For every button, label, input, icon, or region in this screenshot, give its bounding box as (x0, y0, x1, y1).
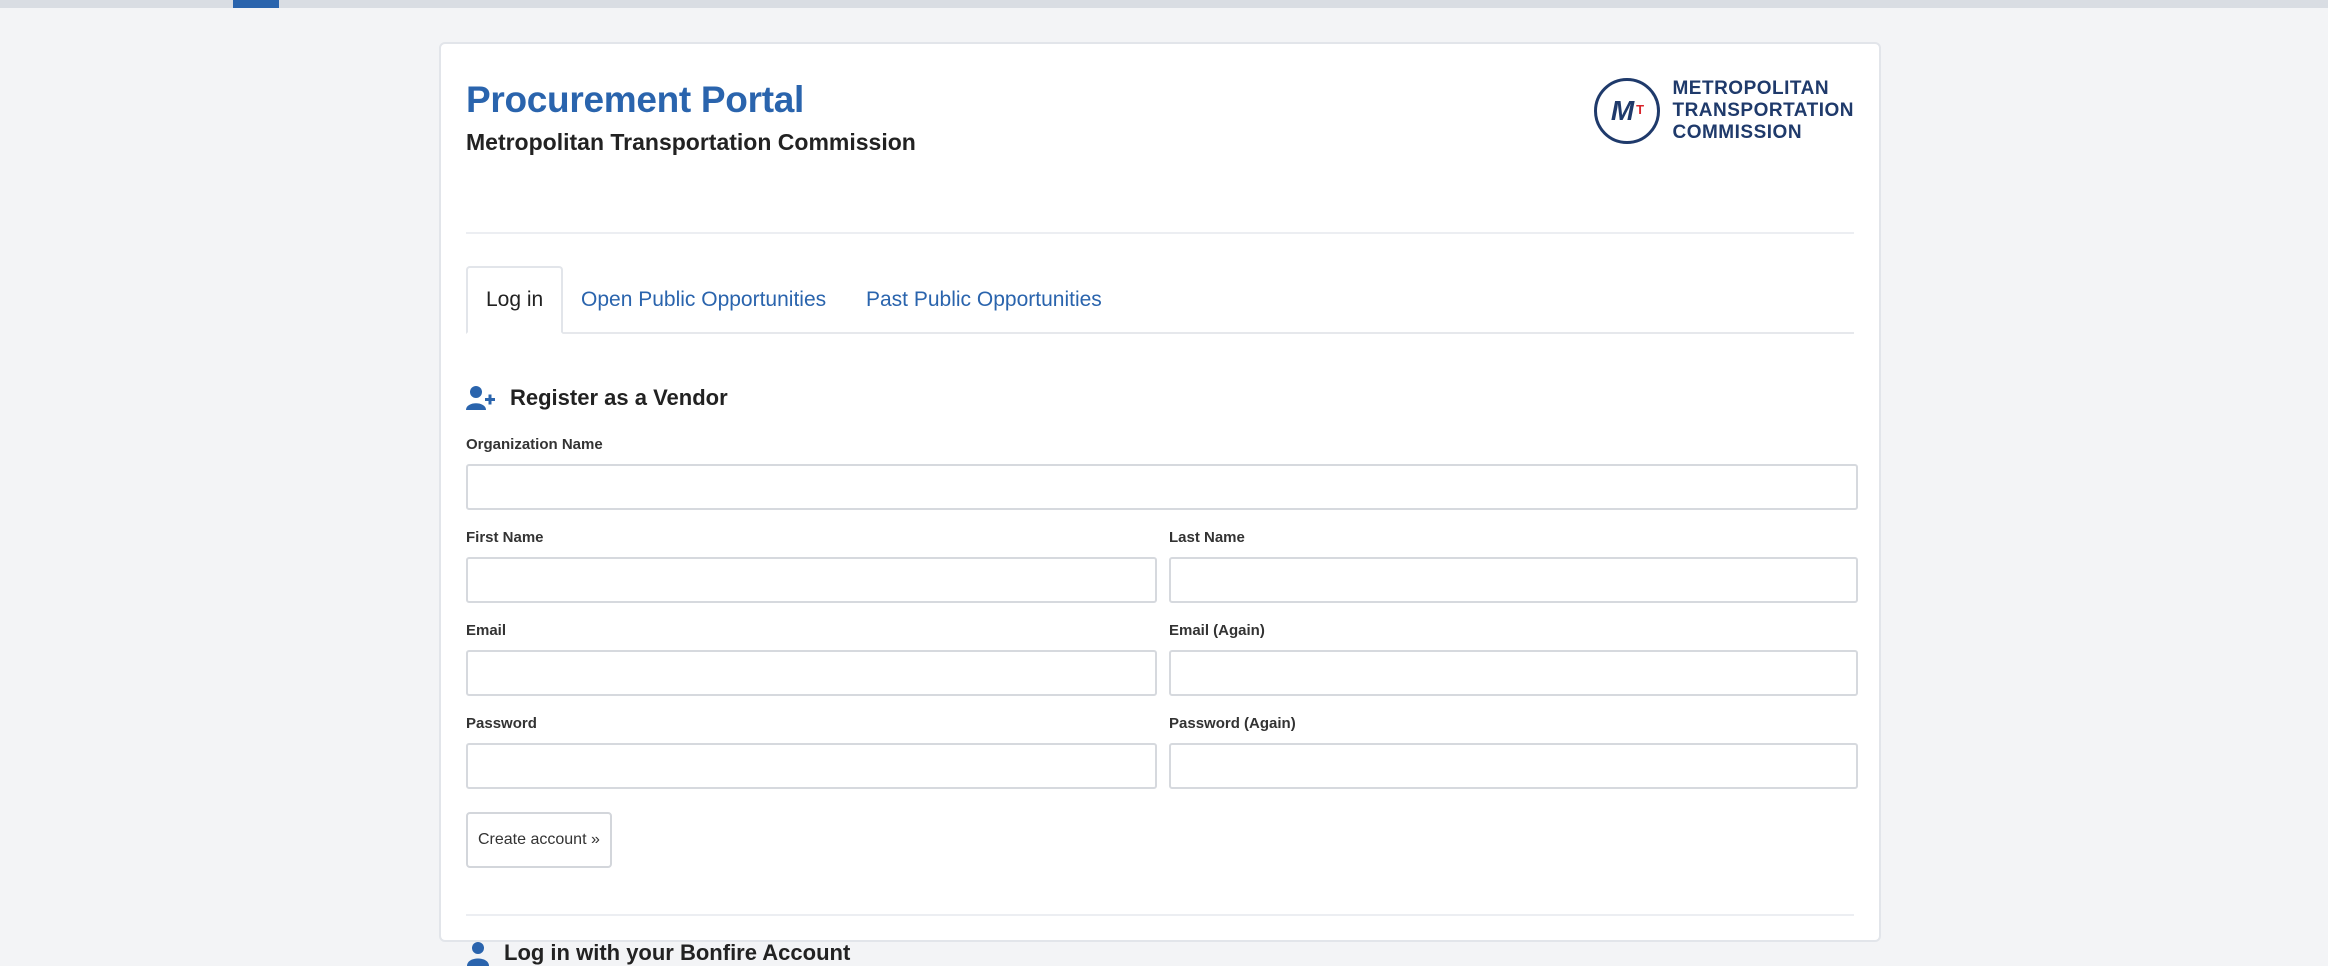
user-icon (467, 942, 489, 966)
login-section-label: Log in with your Bonfire Account (504, 940, 851, 965)
email-input[interactable] (466, 650, 1157, 696)
mtc-logo-icon: MT (1594, 78, 1661, 144)
logo-mark-letter: M (1610, 95, 1635, 126)
organization-name-input[interactable] (466, 464, 1858, 510)
register-section-label: Register as a Vendor (510, 385, 728, 410)
login-section-title: Log in with your Bonfire Account (466, 940, 850, 966)
email-again-input[interactable] (1169, 650, 1858, 696)
top-bar-active-indicator (233, 0, 279, 8)
password-again-input[interactable] (1169, 743, 1858, 789)
first-name-label: First Name (466, 529, 544, 546)
register-section-title: Register as a Vendor (466, 384, 728, 412)
logo-text-line1: METROPOLITAN (1672, 78, 1830, 99)
tab-log-in[interactable]: Log in (466, 266, 564, 334)
tab-bar: Log in Open Public Opportunities Past Pu… (466, 224, 1854, 334)
password-again-label: Password (Again) (1169, 715, 1296, 732)
email-again-label: Email (Again) (1169, 622, 1265, 639)
password-input[interactable] (466, 743, 1157, 789)
logo-text: METROPOLITAN TRANSPORTATION COMMISSION (1672, 78, 1854, 144)
password-label: Password (466, 715, 537, 732)
last-name-label: Last Name (1169, 529, 1245, 546)
first-name-input[interactable] (466, 557, 1157, 603)
portal-card: Procurement Portal Metropolitan Transpor… (439, 42, 1881, 966)
logo-text-line3: COMMISSION (1672, 122, 1803, 143)
section-divider (466, 914, 1854, 916)
page-title: Procurement Portal (466, 79, 804, 120)
tab-past-public-opportunities[interactable]: Past Public Opportunities (848, 266, 1120, 334)
top-bar (0, 0, 2328, 8)
logo-text-line2: TRANSPORTATION (1672, 100, 1854, 121)
create-account-button[interactable]: Create account » (466, 812, 612, 868)
add-user-icon (466, 386, 495, 410)
tab-open-public-opportunities[interactable]: Open Public Opportunities (563, 266, 844, 334)
logo-mark-small: T (1636, 102, 1645, 117)
email-label: Email (466, 622, 507, 639)
page-subtitle: Metropolitan Transportation Commission (466, 129, 916, 155)
organization-name-label: Organization Name (466, 436, 603, 453)
mtc-logo: MT METROPOLITAN TRANSPORTATION COMMISSIO… (1594, 78, 1854, 144)
last-name-input[interactable] (1169, 557, 1858, 603)
